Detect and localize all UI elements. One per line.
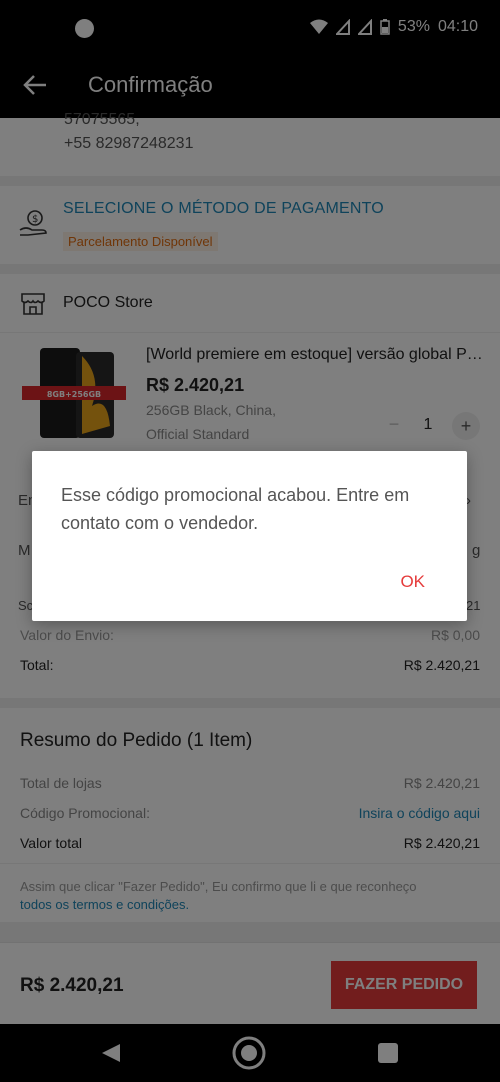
dialog-message: Esse código promocional acabou. Entre em… <box>61 485 410 533</box>
alert-dialog: Esse código promocional acabou. Entre em… <box>32 451 467 621</box>
dialog-ok-button[interactable]: OK <box>394 571 431 593</box>
